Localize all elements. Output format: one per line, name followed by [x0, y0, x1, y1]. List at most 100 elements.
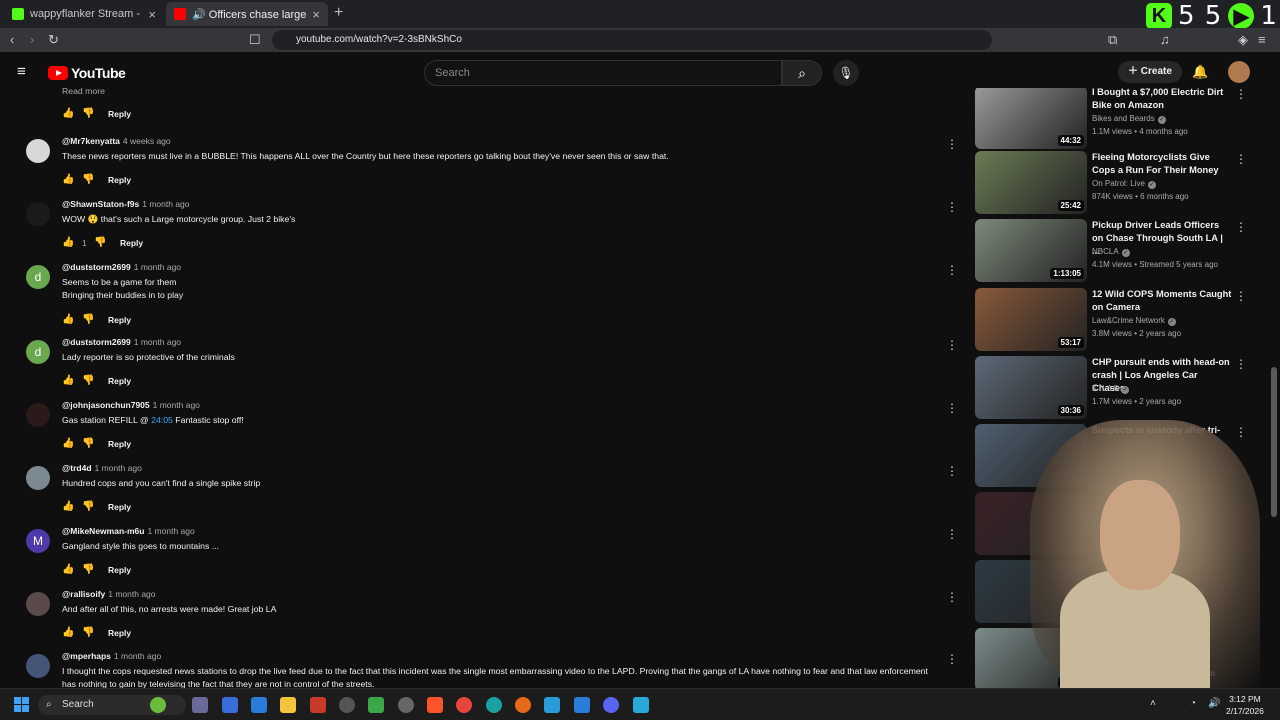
thumbs-up-icon[interactable]: 👍 — [62, 108, 82, 119]
comment-author[interactable]: @duststorm2699 1 month ago — [62, 337, 181, 347]
related-video[interactable]: 53:17 12 Wild COPS Moments Caught on Came… — [975, 288, 1255, 352]
bookmark-icon[interactable]: ☐ — [249, 32, 261, 48]
browser-tab[interactable]: wappyflanker Stream - Watch Live on × — [4, 2, 164, 26]
page-scrollbar[interactable] — [1271, 92, 1277, 688]
thumbs-up-icon[interactable]: 👍 — [62, 501, 82, 512]
menu-icon[interactable]: ≡ — [1258, 32, 1266, 48]
app-icon[interactable] — [192, 697, 208, 713]
author-handle[interactable]: @Mr7kenyatta — [62, 136, 120, 146]
comment-avatar[interactable] — [26, 654, 50, 678]
chrome-icon[interactable] — [456, 697, 472, 713]
comment-time[interactable]: 1 month ago — [142, 199, 189, 209]
comment-more-icon[interactable]: ⋮ — [946, 401, 958, 415]
video-more-icon[interactable]: ⋮ — [1235, 220, 1247, 234]
app-icon[interactable] — [633, 697, 649, 713]
video-more-icon[interactable]: ⋮ — [1235, 88, 1247, 101]
comment-time[interactable]: 1 month ago — [114, 651, 161, 661]
comment-avatar[interactable] — [26, 202, 50, 226]
comment-more-icon[interactable]: ⋮ — [946, 338, 958, 352]
thumbs-up-icon[interactable]: 👍 — [62, 237, 82, 248]
file-explorer-icon[interactable] — [280, 697, 296, 713]
app-icon[interactable] — [222, 697, 238, 713]
channel-name[interactable]: On Patrol: Live — [1092, 179, 1145, 188]
reply-button[interactable]: Reply — [108, 315, 131, 325]
scrollbar-thumb[interactable] — [1271, 367, 1277, 517]
account-avatar[interactable] — [1228, 61, 1250, 83]
related-video[interactable]: 44:32 I Bought a $7,000 Electric Dirt Bik… — [975, 88, 1255, 150]
reply-button[interactable]: Reply — [108, 439, 131, 449]
related-video[interactable]: 1:13:05 Pickup Driver Leads Officers on C… — [975, 219, 1255, 283]
extensions-icon[interactable]: ⧉ — [1108, 32, 1117, 48]
comment-avatar[interactable]: d — [26, 340, 50, 364]
comment-author[interactable]: @ShawnStaton-f9s 1 month ago — [62, 199, 190, 209]
back-icon[interactable]: ‹ — [10, 32, 14, 48]
thumbs-down-icon[interactable]: 👎 — [82, 564, 102, 575]
video-channel[interactable]: KTLA 5 ✓ — [1092, 384, 1130, 394]
video-channel[interactable]: Law&Crime Network ✓ — [1092, 316, 1176, 326]
app-icon[interactable] — [310, 697, 326, 713]
app-icon[interactable] — [251, 697, 267, 713]
comment-avatar[interactable] — [26, 466, 50, 490]
thumbs-up-icon[interactable]: 👍 — [62, 314, 82, 325]
reply-button[interactable]: Reply — [108, 565, 131, 575]
address-bar[interactable]: youtube.com/watch?v=2-3sBNkShCo — [272, 30, 992, 50]
reload-icon[interactable]: ↻ — [48, 32, 59, 48]
comment-more-icon[interactable]: ⋮ — [946, 527, 958, 541]
channel-name[interactable]: NBCLA — [1092, 247, 1119, 256]
close-tab-icon[interactable]: × — [148, 7, 156, 22]
comment-author[interactable]: @Mr7kenyatta 4 weeks ago — [62, 136, 171, 146]
comment-author[interactable]: @rallisoify 1 month ago — [62, 589, 156, 599]
youtube-logo[interactable]: YouTube — [48, 65, 126, 81]
app-icon[interactable] — [544, 697, 560, 713]
reply-button[interactable]: Reply — [108, 175, 131, 185]
author-handle[interactable]: @rallisoify — [62, 589, 105, 599]
channel-name[interactable]: KTLA 5 — [1092, 384, 1118, 393]
reply-button[interactable]: Reply — [108, 628, 131, 638]
channel-name[interactable]: Bikes and Beards — [1092, 114, 1155, 123]
media-icon[interactable]: ♫ — [1160, 32, 1170, 48]
discord-icon[interactable] — [603, 697, 619, 713]
video-thumbnail[interactable]: 1:13:05 — [975, 219, 1087, 282]
comment-time[interactable]: 1 month ago — [153, 400, 200, 410]
edge-icon[interactable] — [486, 697, 502, 713]
channel-name[interactable]: Law&Crime Network — [1092, 316, 1165, 325]
related-video[interactable]: 25:42 Fleeing Motorcyclists Give Cops a R… — [975, 151, 1255, 215]
comment-more-icon[interactable]: ⋮ — [946, 590, 958, 604]
firefox-icon[interactable] — [515, 697, 531, 713]
comment-author[interactable]: @trd4d 1 month ago — [62, 463, 142, 473]
video-title[interactable]: I Bought a $7,000 Electric Dirt Bike on … — [1092, 88, 1232, 112]
browser-tab-active[interactable]: 🔊 Officers chase large group of × — [166, 2, 328, 26]
thumbs-down-icon[interactable]: 👎 — [82, 108, 102, 119]
reply-button[interactable]: Reply — [108, 109, 131, 119]
author-handle[interactable]: @MikeNewman-m6u — [62, 526, 144, 536]
video-more-icon[interactable]: ⋮ — [1235, 152, 1247, 166]
search-button[interactable]: ⌕ — [782, 60, 822, 86]
voice-search-button[interactable]: 🎙 — [833, 60, 859, 86]
video-channel[interactable]: NBCLA ✓ — [1092, 247, 1130, 257]
windows-start-icon[interactable] — [14, 697, 30, 713]
comment-more-icon[interactable]: ⋮ — [946, 200, 958, 214]
author-handle[interactable]: @ShawnStaton-f9s — [62, 199, 139, 209]
close-tab-icon[interactable]: × — [312, 7, 320, 22]
brave-browser-icon[interactable] — [427, 697, 443, 713]
search-input[interactable]: Search — [424, 60, 782, 86]
thumbs-down-icon[interactable]: 👎 — [82, 174, 102, 185]
thumbs-down-icon[interactable]: 👎 — [82, 375, 102, 386]
thumbs-down-icon[interactable]: 👎 — [82, 501, 102, 512]
thumbs-down-icon[interactable]: 👎 — [94, 237, 114, 248]
thumbs-down-icon[interactable]: 👎 — [82, 438, 102, 449]
comment-time[interactable]: 1 month ago — [95, 463, 142, 473]
thumbs-up-icon[interactable]: 👍 — [62, 564, 82, 575]
widget-icon[interactable] — [150, 697, 166, 713]
comment-author[interactable]: @johnjasonchun7905 1 month ago — [62, 400, 200, 410]
create-button[interactable]: ＋ Create — [1118, 61, 1182, 83]
video-more-icon[interactable]: ⋮ — [1235, 289, 1247, 303]
video-more-icon[interactable]: ⋮ — [1235, 425, 1247, 439]
comment-avatar[interactable] — [26, 139, 50, 163]
hamburger-menu-icon[interactable]: ≡ — [17, 63, 26, 80]
thumbs-up-icon[interactable]: 👍 — [62, 438, 82, 449]
thumbs-down-icon[interactable]: 👎 — [82, 314, 102, 325]
video-title[interactable]: 12 Wild COPS Moments Caught on Camera — [1092, 288, 1232, 314]
author-handle[interactable]: @duststorm2699 — [62, 262, 131, 272]
comment-author[interactable]: @duststorm2699 1 month ago — [62, 262, 181, 272]
